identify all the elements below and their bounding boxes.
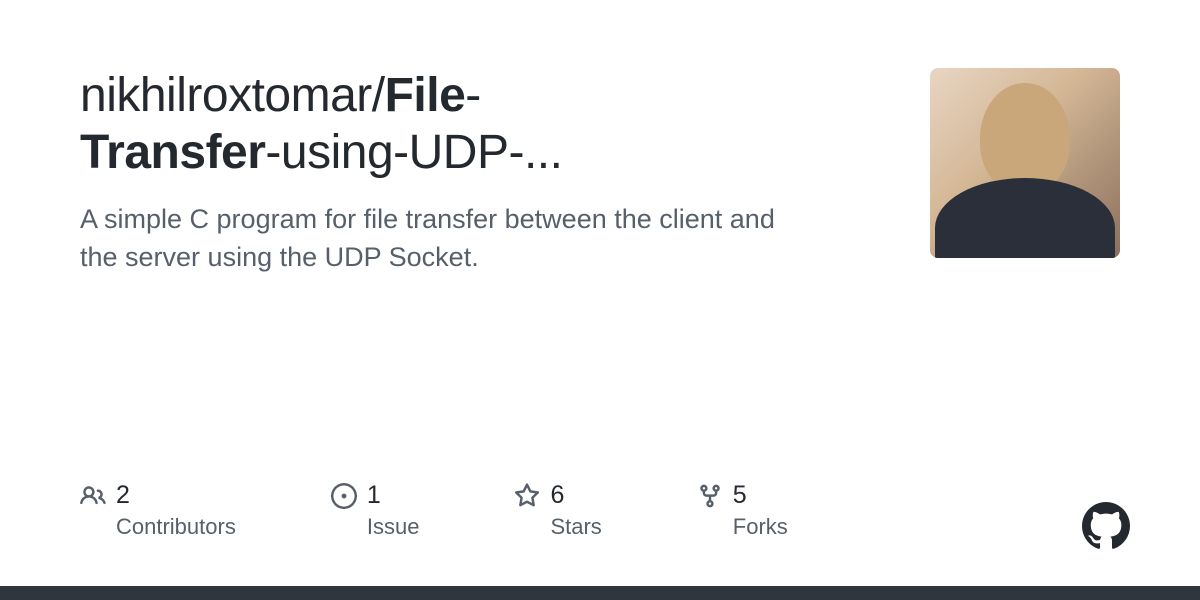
contributors-count: 2 — [116, 481, 130, 510]
repo-card: nikhilroxtomar/File-Transfer-using-UDP-.… — [0, 0, 1200, 600]
fork-icon — [697, 483, 723, 509]
repo-name-part3: using — [281, 126, 393, 179]
issues-count: 1 — [367, 481, 381, 510]
avatar — [930, 68, 1120, 258]
stats-row: 2 Contributors 1 Issue 6 Stars — [80, 481, 788, 540]
bottom-bar — [0, 586, 1200, 600]
repo-title: nikhilroxtomar/File-Transfer-using-UDP-.… — [80, 68, 890, 181]
header-row: nikhilroxtomar/File-Transfer-using-UDP-.… — [80, 68, 1120, 277]
issues-label: Issue — [367, 514, 420, 540]
repo-name-suffix: -... — [508, 126, 562, 179]
people-icon — [80, 483, 106, 509]
title-block: nikhilroxtomar/File-Transfer-using-UDP-.… — [80, 68, 890, 277]
stars-label: Stars — [550, 514, 601, 540]
repo-separator: / — [372, 69, 385, 122]
stat-stars: 6 Stars — [514, 481, 601, 540]
star-icon — [514, 483, 540, 509]
stat-issues: 1 Issue — [331, 481, 420, 540]
repo-name-part4: UDP — [409, 126, 509, 179]
stat-forks: 5 Forks — [697, 481, 788, 540]
stars-count: 6 — [550, 481, 564, 510]
forks-count: 5 — [733, 481, 747, 510]
repo-description: A simple C program for file transfer bet… — [80, 201, 780, 277]
github-logo-icon — [1082, 502, 1130, 550]
forks-label: Forks — [733, 514, 788, 540]
repo-name-part1: File — [385, 69, 466, 122]
stat-contributors: 2 Contributors — [80, 481, 236, 540]
repo-name-part2: Transfer — [80, 126, 265, 179]
contributors-label: Contributors — [116, 514, 236, 540]
repo-owner: nikhilroxtomar — [80, 69, 372, 122]
issue-icon — [331, 483, 357, 509]
